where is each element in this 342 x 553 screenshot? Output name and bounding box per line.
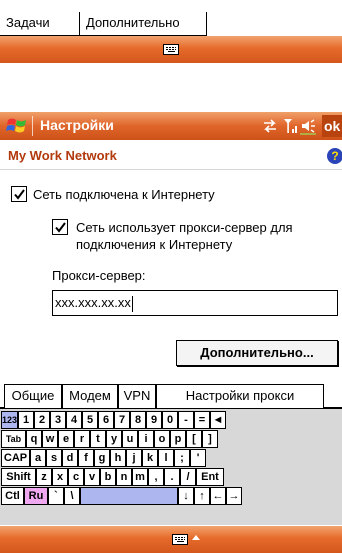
key-ru-language[interactable]: Ru [24, 487, 48, 505]
key-p[interactable]: p [170, 430, 186, 448]
key-h[interactable]: h [110, 449, 126, 467]
key-enter[interactable]: Ent [196, 468, 224, 486]
uses-proxy-label-line2: подключения к Интернету [76, 237, 233, 252]
key-backspace[interactable]: ◄ [210, 411, 226, 429]
key-123[interactable]: 123 [1, 411, 18, 429]
key-0[interactable]: 0 [162, 411, 178, 429]
soft-keyboard: 123 1 2 3 4 5 6 7 8 9 0 - = ◄ Tab q w e … [0, 408, 342, 525]
key-right-bracket[interactable]: ] [202, 430, 218, 448]
uses-proxy-label-line1: Сеть использует прокси-сервер для [76, 220, 293, 235]
tab-tasks[interactable]: Задачи [0, 12, 80, 36]
checkmark-icon [14, 189, 25, 200]
key-ctrl[interactable]: Ctl [1, 487, 24, 505]
keyboard-icon[interactable] [172, 534, 188, 545]
key-j[interactable]: j [126, 449, 142, 467]
key-s[interactable]: s [46, 449, 62, 467]
key-2[interactable]: 2 [34, 411, 50, 429]
proxy-server-label: Прокси-сервер: [52, 268, 146, 283]
key-arrow-left[interactable]: ← [210, 487, 226, 505]
text-caret [131, 295, 133, 312]
key-i[interactable]: i [138, 430, 154, 448]
tab-modem[interactable]: Модем [62, 384, 118, 408]
key-k[interactable]: k [142, 449, 158, 467]
status-icons [264, 119, 316, 135]
key-f[interactable]: f [78, 449, 94, 467]
windows-start-icon[interactable] [6, 116, 28, 136]
key-quote[interactable]: ' [190, 449, 206, 467]
tab-general[interactable]: Общие [4, 384, 62, 408]
key-x[interactable]: x [52, 468, 68, 486]
keyboard-icon[interactable] [163, 44, 179, 55]
signal-icon[interactable] [284, 119, 297, 133]
sip-arrow-up-icon[interactable] [192, 535, 200, 540]
key-1[interactable]: 1 [18, 411, 34, 429]
key-b[interactable]: b [100, 468, 116, 486]
window-title: Настройки [40, 117, 114, 133]
key-7[interactable]: 7 [114, 411, 130, 429]
key-period[interactable]: . [164, 468, 180, 486]
key-arrow-up[interactable]: ↑ [194, 487, 210, 505]
key-arrow-down[interactable]: ↓ [178, 487, 194, 505]
key-o[interactable]: o [154, 430, 170, 448]
key-5[interactable]: 5 [82, 411, 98, 429]
key-4[interactable]: 4 [66, 411, 82, 429]
key-m[interactable]: m [132, 468, 148, 486]
ok-button[interactable]: ok [322, 115, 342, 137]
key-z[interactable]: z [36, 468, 52, 486]
proxy-server-value: xxx.xxx.xx.xx [55, 295, 131, 310]
menu-bar-top [0, 36, 342, 63]
key-8[interactable]: 8 [130, 411, 146, 429]
internet-connected-label: Сеть подключена к Интернету [33, 187, 215, 202]
key-y[interactable]: y [106, 430, 122, 448]
network-name-title: My Work Network [8, 148, 117, 163]
key-left-bracket[interactable]: [ [186, 430, 202, 448]
key-t[interactable]: t [90, 430, 106, 448]
key-g[interactable]: g [94, 449, 110, 467]
key-l[interactable]: l [158, 449, 174, 467]
internet-connected-checkbox[interactable] [11, 186, 27, 202]
key-u[interactable]: u [122, 430, 138, 448]
advanced-button[interactable]: Дополнительно... [176, 340, 338, 366]
key-n[interactable]: n [116, 468, 132, 486]
key-w[interactable]: w [42, 430, 58, 448]
key-v[interactable]: v [84, 468, 100, 486]
key-e[interactable]: e [58, 430, 74, 448]
key-c[interactable]: c [68, 468, 84, 486]
key-q[interactable]: q [26, 430, 42, 448]
checkmark-icon [55, 222, 66, 233]
volume-icon[interactable] [300, 119, 316, 135]
key-d[interactable]: d [62, 449, 78, 467]
key-caps[interactable]: CAP [1, 449, 30, 467]
settings-header: My Work Network ? [0, 140, 342, 170]
key-arrow-right[interactable]: → [226, 487, 242, 505]
key-backslash[interactable]: \ [64, 487, 80, 505]
key-tab[interactable]: Tab [1, 430, 26, 448]
tab-additional[interactable]: Дополнительно [80, 12, 207, 36]
title-separator [32, 116, 33, 136]
settings-tabs: Общие Модем VPN Настройки прокси [0, 384, 342, 409]
key-backtick[interactable]: ` [48, 487, 64, 505]
key-a[interactable]: a [30, 449, 46, 467]
connectivity-icon[interactable] [264, 119, 276, 133]
key-minus[interactable]: - [178, 411, 194, 429]
help-icon[interactable]: ? [327, 148, 342, 164]
key-semicolon[interactable]: ; [174, 449, 190, 467]
key-shift[interactable]: Shift [1, 468, 36, 486]
uses-proxy-checkbox[interactable] [52, 219, 68, 235]
proxy-server-input[interactable]: xxx.xxx.xx.xx [52, 290, 338, 316]
key-equals[interactable]: = [194, 411, 210, 429]
key-slash[interactable]: / [180, 468, 196, 486]
tab-proxy-settings[interactable]: Настройки прокси [156, 384, 324, 409]
key-3[interactable]: 3 [50, 411, 66, 429]
title-bar: Настройки ok [0, 112, 342, 140]
key-9[interactable]: 9 [146, 411, 162, 429]
key-6[interactable]: 6 [98, 411, 114, 429]
key-comma[interactable]: , [148, 468, 164, 486]
key-space[interactable] [80, 487, 178, 505]
tab-vpn[interactable]: VPN [118, 384, 156, 408]
menu-bar-bottom [0, 526, 342, 553]
key-r[interactable]: r [74, 430, 90, 448]
top-tab-bar: Задачи Дополнительно [0, 0, 342, 36]
